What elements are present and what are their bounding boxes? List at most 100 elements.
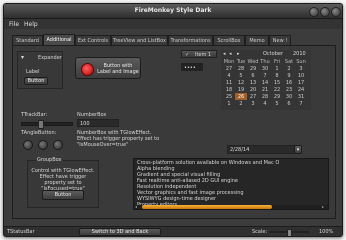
calendar-day[interactable]: 19 (235, 86, 247, 93)
date-dropdown-button[interactable]: ▾ (294, 145, 302, 154)
tab-memo[interactable]: Memo (245, 35, 269, 45)
calendar-day[interactable]: 22 (271, 86, 283, 93)
angle-button-3[interactable] (53, 140, 63, 150)
calendar-day[interactable]: 27 (247, 93, 259, 100)
calendar-day[interactable]: 4 (223, 72, 235, 79)
calendar-day[interactable]: 4 (259, 100, 271, 107)
expander: ▾ Expander Label Button (17, 51, 63, 89)
calendar-day[interactable]: 20 (247, 86, 259, 93)
day-header: Mon (223, 59, 235, 65)
groupbox-text: Control with TGlowEffect. Effect have tr… (31, 168, 95, 192)
tab-content-panel: ▾ Expander Label Button Button with Labe… (12, 45, 336, 219)
trackbar-thumb[interactable] (38, 120, 45, 129)
calendar-day[interactable]: 3 (247, 100, 259, 107)
calendar-day[interactable]: 28 (235, 65, 247, 72)
calendar-day[interactable]: 6 (247, 72, 259, 79)
tab-scrollbox[interactable]: ScrollBox (213, 35, 245, 45)
prev-month-icon[interactable]: ◂ (229, 51, 232, 57)
stop-icon (81, 63, 94, 76)
scale-thumb[interactable] (287, 229, 292, 236)
statusbar-label: TStatusBar (7, 229, 35, 235)
calendar-day[interactable]: 29 (271, 93, 283, 100)
date-value: 2/28/14 (230, 147, 250, 153)
tab-treeview-listbox[interactable]: TreeView and ListBox (111, 35, 168, 45)
expander-button[interactable]: Button (24, 77, 48, 85)
next-month-icon[interactable]: ▸ (237, 51, 240, 57)
memo-hscrollbar[interactable]: ◂ ▸ (134, 204, 328, 209)
day-header: Tue (236, 59, 246, 65)
title-bar[interactable]: FireMonkey Style Dark (4, 4, 342, 19)
tab-additional[interactable]: Additional (43, 34, 75, 45)
numberbox-glow-text: NumberBox with TGlowEffect. Effect has t… (77, 130, 160, 148)
scroll-right-icon[interactable]: ▸ (322, 204, 324, 209)
switch-3d-button[interactable]: Switch to 3D and Back (79, 228, 161, 236)
numberbox[interactable]: 100 (77, 119, 119, 127)
maximize-button[interactable] (320, 7, 330, 17)
scroll-left-icon[interactable]: ◂ (135, 204, 137, 209)
calendar-day[interactable]: 9 (283, 72, 295, 79)
groupbox-button[interactable]: Button (42, 190, 84, 200)
expander-toggle-icon[interactable]: ▾ (21, 54, 24, 61)
calendar-day[interactable]: 13 (247, 79, 259, 86)
calendar-day-selected[interactable]: 26 (235, 93, 247, 100)
tab-ext-controls[interactable]: Ext Controls (75, 35, 111, 45)
calendar-day[interactable]: 14 (259, 79, 271, 86)
calendar-day[interactable]: 25 (223, 93, 235, 100)
calendar-day[interactable]: 16 (283, 79, 295, 86)
calendar-day[interactable]: 10 (295, 72, 307, 79)
scale-track[interactable] (269, 229, 309, 236)
calendar-day[interactable]: 1 (271, 65, 283, 72)
calendar-day[interactable]: 2 (283, 65, 295, 72)
angle-button-2[interactable] (38, 140, 48, 150)
calendar-day[interactable]: 24 (295, 86, 307, 93)
calendar-grid: Mon Tue Wed Thu Fri Sat Sun 27 28 29 30 1 2 3 … (223, 59, 307, 107)
item-combobox[interactable]: ✓ Item 1 (181, 50, 217, 58)
memo[interactable]: Cross-platform solution available on Win… (133, 158, 329, 210)
calendar-day[interactable]: 5 (271, 100, 283, 107)
minimize-button[interactable] (309, 7, 319, 17)
memo-scroll-thumb[interactable] (142, 205, 272, 209)
calendar-day[interactable]: 2 (235, 100, 247, 107)
chevron-down-icon: ▾ (296, 147, 300, 153)
calendar-day[interactable]: 12 (235, 79, 247, 86)
calendar: ◂ ◂ ▸ October 2010 Mon Tue Wed Thu Fri S… (221, 50, 311, 110)
calendar-day[interactable]: 6 (283, 100, 295, 107)
anglebutton-label: TAngleButton: (21, 130, 57, 136)
calendar-day[interactable]: 30 (259, 65, 271, 72)
calendar-day[interactable]: 8 (271, 72, 283, 79)
password-input[interactable]: •••• (181, 63, 203, 71)
day-header: Sun (296, 59, 306, 65)
calendar-day[interactable]: 3 (295, 65, 307, 72)
expander-inner-label: Label (26, 69, 40, 75)
date-edit[interactable]: 2/28/14 (227, 145, 295, 154)
menu-help[interactable]: Help (24, 21, 38, 28)
day-header: Thu (260, 59, 270, 65)
menu-bar: File Help (4, 19, 342, 29)
calendar-day[interactable]: 23 (283, 86, 295, 93)
calendar-day[interactable]: 7 (259, 72, 271, 79)
calendar-day[interactable]: 18 (223, 86, 235, 93)
menu-file[interactable]: File (9, 21, 19, 28)
calendar-day[interactable]: 30 (283, 93, 295, 100)
calendar-day[interactable]: 31 (295, 93, 307, 100)
tab-transformations[interactable]: Transformations (168, 35, 213, 45)
tab-new[interactable]: New ! (269, 35, 291, 45)
trackbar[interactable] (21, 120, 73, 129)
calendar-week: 27 28 29 30 1 2 3 (223, 65, 307, 72)
calendar-day[interactable]: 17 (295, 79, 307, 86)
calendar-day[interactable]: 1 (223, 100, 235, 107)
calendar-day[interactable]: 28 (259, 93, 271, 100)
calendar-day[interactable]: 29 (247, 65, 259, 72)
prev-year-icon[interactable]: ◂ (223, 51, 226, 57)
calendar-day[interactable]: 7 (295, 100, 307, 107)
image-button[interactable]: Button with Label and Image (75, 57, 141, 79)
calendar-day[interactable]: 5 (235, 72, 247, 79)
tab-standard[interactable]: Standard (12, 35, 43, 45)
calendar-day[interactable]: 15 (271, 79, 283, 86)
scale-label: Scale: (252, 229, 268, 235)
calendar-day[interactable]: 21 (259, 86, 271, 93)
angle-button-1[interactable] (23, 140, 33, 150)
calendar-day[interactable]: 11 (223, 79, 235, 86)
close-button[interactable] (331, 7, 341, 17)
calendar-day[interactable]: 27 (223, 65, 235, 72)
